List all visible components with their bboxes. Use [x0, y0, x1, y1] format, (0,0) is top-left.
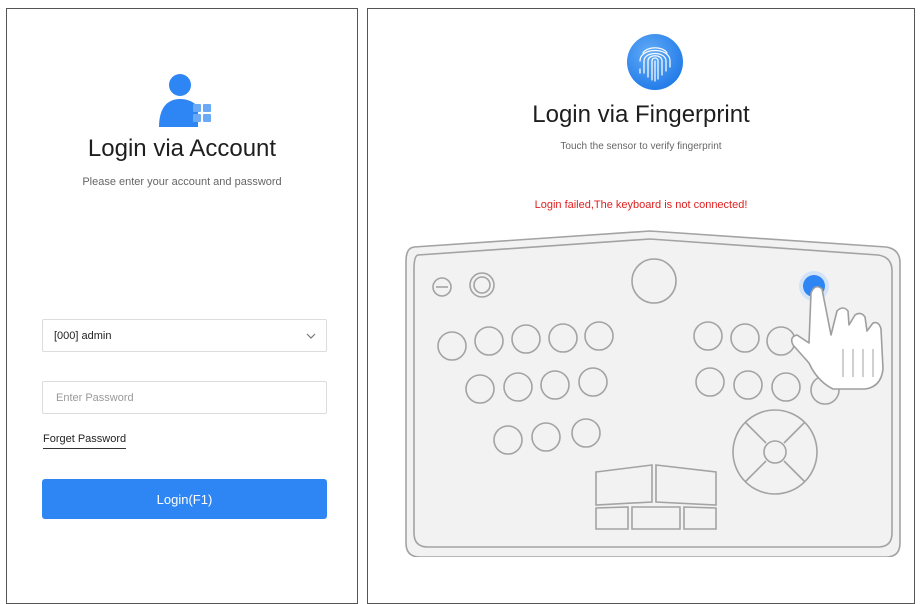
account-login-panel: Login via Account Please enter your acco… — [6, 8, 358, 604]
fingerprint-login-title: Login via Fingerprint — [532, 101, 750, 128]
login-error-message: Login failed,The keyboard is not connect… — [534, 199, 748, 211]
forget-password-link[interactable]: Forget Password — [43, 433, 127, 449]
user-account-icon — [159, 74, 211, 127]
pointing-hand-icon — [790, 285, 884, 390]
account-select-value: [000] admin — [54, 329, 112, 342]
account-login-subtitle: Please enter your account and password — [82, 176, 282, 188]
login-button[interactable]: Login(F1) — [42, 479, 327, 519]
fingerprint-login-panel: Login via Fingerprint Touch the sensor t… — [367, 8, 915, 604]
fingerprint-login-subtitle: Touch the sensor to verify fingerprint — [560, 141, 722, 152]
account-select[interactable]: [000] admin — [42, 319, 327, 352]
password-field[interactable] — [42, 381, 327, 414]
password-input[interactable] — [54, 390, 326, 405]
account-login-title: Login via Account — [87, 135, 277, 162]
fingerprint-icon — [627, 34, 683, 90]
chevron-down-icon — [306, 333, 316, 339]
